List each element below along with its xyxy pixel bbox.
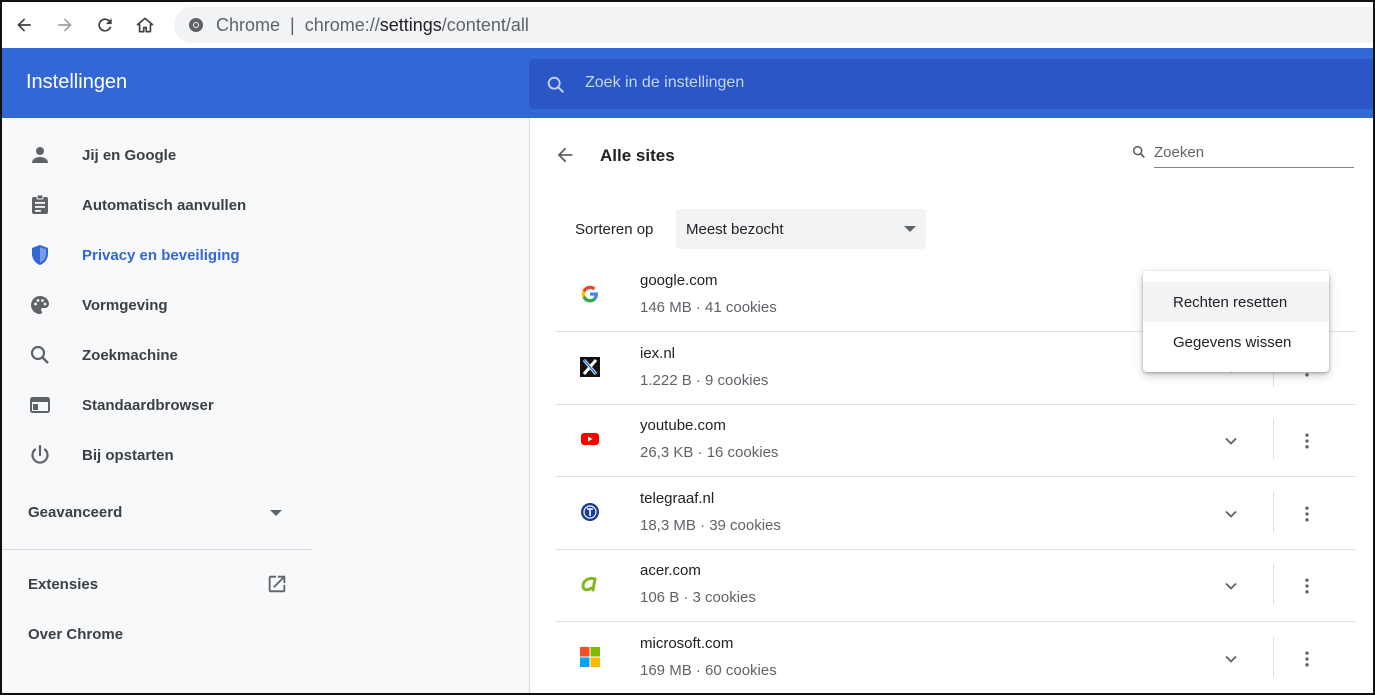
settings-search-bar[interactable]: Zoek in de instellingen	[529, 59, 1373, 109]
row-divider	[1273, 564, 1274, 604]
microsoft-favicon	[580, 647, 600, 667]
more-vert-icon[interactable]	[1297, 649, 1317, 669]
more-vert-icon[interactable]	[1297, 576, 1317, 596]
arrow-left-icon	[17, 18, 31, 32]
sidebar-item-extensions[interactable]: Extensies	[28, 576, 98, 593]
sidebar-item-label: Bij opstarten	[82, 446, 174, 464]
sort-dropdown[interactable]: Meest bezocht	[676, 209, 926, 249]
sidebar-item-about-chrome[interactable]: Over Chrome	[28, 626, 123, 643]
site-name: acer.com	[640, 562, 701, 579]
site-usage: 1.222 B · 9 cookies	[640, 372, 769, 389]
shield-icon	[32, 245, 48, 265]
browser-window-icon	[30, 397, 50, 413]
all-sites-panel: Alle sites Zoeken Sorteren op Meest bezo…	[529, 118, 1373, 693]
reload-button[interactable]	[85, 5, 125, 45]
row-divider	[1273, 419, 1274, 459]
arrow-right-icon	[58, 18, 72, 32]
search-icon	[30, 345, 49, 364]
person-icon	[32, 147, 48, 163]
site-name: telegraaf.nl	[640, 490, 715, 507]
acer-favicon	[581, 576, 597, 592]
settings-header: Instellingen Zoek in de instellingen	[2, 48, 1373, 118]
chevron-down-icon[interactable]	[1221, 431, 1241, 451]
site-usage: 169 MB · 60 cookies	[640, 662, 777, 679]
sidebar-item-you-and-google[interactable]: Jij en Google	[2, 130, 312, 180]
search-icon	[547, 76, 565, 94]
sort-selected-value: Meest bezocht	[686, 221, 784, 238]
reset-permissions-menu-item[interactable]: Rechten resetten	[1143, 282, 1329, 322]
forward-button[interactable]	[45, 5, 85, 45]
url-host: settings	[379, 14, 442, 35]
chrome-logo-icon	[189, 18, 203, 32]
url-separator: |	[290, 14, 295, 35]
page-title: Alle sites	[600, 146, 675, 165]
url-prefix: chrome://	[304, 14, 380, 35]
google-favicon	[581, 285, 598, 303]
site-row[interactable]: youtube.com 26,3 KB · 16 cookies	[555, 405, 1355, 477]
caret-down-icon	[904, 226, 916, 232]
url-path: /content/all	[441, 14, 529, 35]
advanced-toggle[interactable]: Geavanceerd	[28, 504, 122, 521]
chevron-down-icon[interactable]	[1221, 576, 1241, 596]
sort-label: Sorteren op	[575, 221, 654, 238]
caret-down-icon	[270, 510, 282, 516]
home-button[interactable]	[125, 5, 165, 45]
site-usage: 18,3 MB · 39 cookies	[640, 517, 781, 534]
settings-title: Instellingen	[26, 71, 128, 93]
row-divider	[1273, 637, 1274, 677]
address-bar[interactable]: Chrome | chrome://settings/content/all	[174, 7, 1373, 43]
search-icon	[1132, 145, 1145, 158]
settings-search-placeholder: Zoek in de instellingen	[585, 74, 745, 91]
site-name: iex.nl	[640, 345, 676, 362]
sidebar-item-label: Standaardbrowser	[82, 396, 214, 414]
chevron-down-icon[interactable]	[1221, 649, 1241, 669]
row-divider	[1273, 492, 1274, 532]
site-name: youtube.com	[640, 417, 726, 434]
sidebar-item-on-startup[interactable]: Bij opstarten	[2, 430, 312, 480]
telegraaf-favicon	[581, 503, 599, 521]
home-icon	[136, 17, 154, 33]
sidebar-item-label: Privacy en beveiliging	[82, 246, 240, 264]
sidebar-item-default-browser[interactable]: Standaardbrowser	[2, 380, 312, 430]
site-actions-menu: Rechten resetten Gegevens wissen	[1143, 271, 1329, 372]
settings-sidebar: Jij en Google Automatisch aanvullen Priv…	[2, 118, 529, 693]
site-row[interactable]: microsoft.com 169 MB · 60 cookies	[555, 623, 1355, 693]
sidebar-item-appearance[interactable]: Vormgeving	[2, 280, 312, 330]
site-row[interactable]: telegraaf.nl 18,3 MB · 39 cookies	[555, 478, 1355, 550]
chevron-down-icon[interactable]	[1221, 504, 1241, 524]
sidebar-item-label: Zoekmachine	[82, 346, 178, 364]
more-vert-icon[interactable]	[1297, 431, 1317, 451]
sidebar-item-label: Jij en Google	[82, 146, 177, 164]
reload-icon	[98, 18, 112, 32]
site-usage: 26,3 KB · 16 cookies	[640, 444, 779, 461]
browser-toolbar: Chrome | chrome://settings/content/all	[2, 2, 1373, 48]
browser-window: Chrome | chrome://settings/content/all I…	[0, 0, 1375, 695]
sites-search-input[interactable]: Zoeken	[1154, 136, 1354, 168]
site-usage: 146 MB · 41 cookies	[640, 299, 777, 316]
site-name: microsoft.com	[640, 635, 734, 652]
clear-data-menu-item[interactable]: Gegevens wissen	[1143, 322, 1329, 362]
external-link-icon[interactable]	[266, 573, 288, 595]
power-icon	[31, 444, 49, 464]
iex-favicon	[580, 357, 600, 377]
more-vert-icon[interactable]	[1297, 504, 1317, 524]
sidebar-item-search-engine[interactable]: Zoekmachine	[2, 330, 312, 380]
arrow-left-icon[interactable]	[554, 144, 576, 166]
sidebar-item-privacy[interactable]: Privacy en beveiliging	[2, 230, 312, 280]
back-button[interactable]	[4, 5, 44, 45]
url-text: chrome://settings/content/all	[305, 15, 529, 36]
site-usage: 106 B · 3 cookies	[640, 589, 756, 606]
clipboard-icon	[32, 194, 48, 214]
sidebar-item-label: Vormgeving	[82, 296, 168, 314]
chrome-label: Chrome	[216, 14, 281, 35]
youtube-favicon	[581, 433, 599, 445]
site-row[interactable]: acer.com 106 B · 3 cookies	[555, 550, 1355, 622]
sidebar-item-autofill[interactable]: Automatisch aanvullen	[2, 180, 312, 230]
palette-icon	[31, 296, 49, 314]
sidebar-item-label: Automatisch aanvullen	[82, 196, 247, 214]
sidebar-divider	[2, 549, 312, 550]
site-name: google.com	[640, 272, 718, 289]
